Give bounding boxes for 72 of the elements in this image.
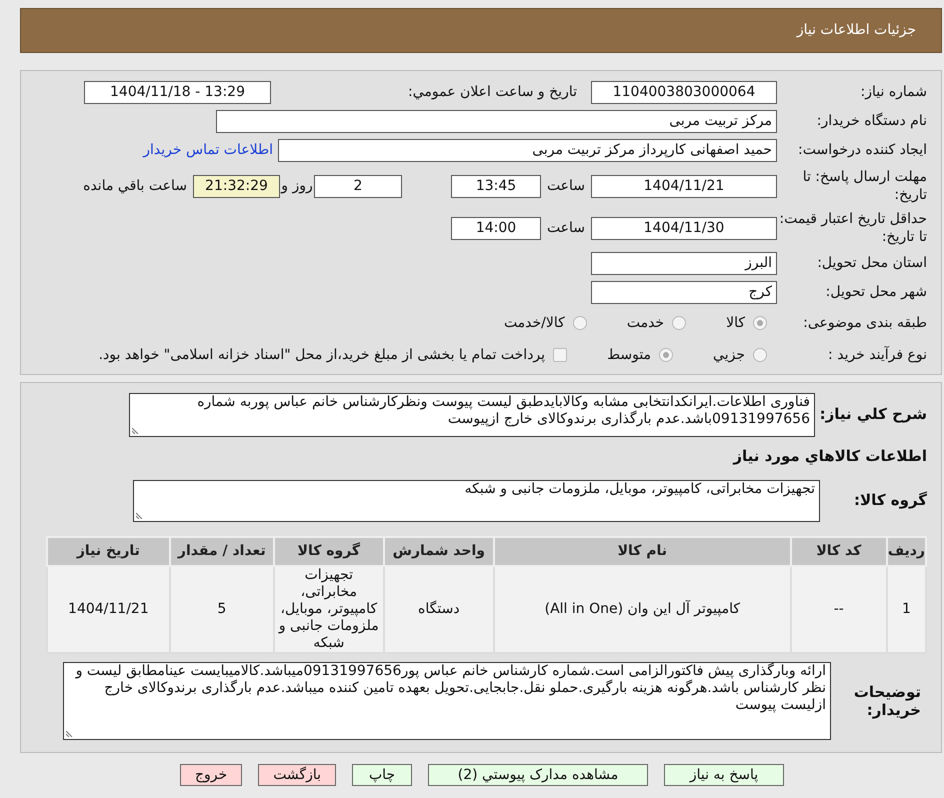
column-header: نام کالا xyxy=(494,536,791,566)
input-field[interactable]: 2 xyxy=(314,174,402,198)
field-label: گروه کالا: xyxy=(853,490,927,512)
radio-button[interactable] xyxy=(753,316,767,330)
text-area[interactable] xyxy=(63,662,831,740)
field-label: حداقل تاریخ اعتبار قیمت: تا تاریخ: xyxy=(778,210,927,246)
checkbox[interactable] xyxy=(553,348,568,362)
field-label: نام دستگاه خریدار: xyxy=(816,113,927,130)
radio-button[interactable] xyxy=(659,348,674,362)
column-header: گروه کالا xyxy=(274,536,384,566)
column-header: تعداد / مقدار xyxy=(170,536,274,566)
field-label: ساعت باقي مانده xyxy=(83,176,187,196)
radio-label: کالا/خدمت xyxy=(504,314,565,332)
table-cell: 5 xyxy=(170,566,274,652)
radio-button[interactable] xyxy=(572,316,587,330)
input-field[interactable]: البرز xyxy=(591,252,777,275)
resize-handle-icon xyxy=(136,510,144,518)
contact-link[interactable]: اطلاعات تماس خریدار xyxy=(143,140,273,161)
table-cell: کامپیوتر آل این وان (All in One) xyxy=(494,566,791,652)
input-field[interactable]: 1404/11/18 - 13:29 xyxy=(84,81,271,104)
field-label: تاریخ و ساعت اعلان عمومي: xyxy=(407,84,578,101)
resize-handle-icon xyxy=(66,728,74,736)
column-header: کد کالا xyxy=(790,536,887,566)
input-field[interactable]: 1404/11/30 xyxy=(591,216,777,240)
column-header: واحد شمارش xyxy=(384,536,494,566)
input-field[interactable]: 1404/11/21 xyxy=(591,174,777,198)
field-label: روز و xyxy=(280,176,314,196)
field-label: ایجاد کننده درخواست: xyxy=(797,142,927,159)
text-area[interactable]: فناوری اطلاعات.ایرانکدانتخابی مشابه وکالابایدطبق لیست پیوست ونظرکارشناس خانم عباس پوربه شماره 09131997656باشد.عدم بارگذاری برندوکالای خارج ازپیوست xyxy=(129,393,815,437)
field-label: استان محل تحویل: xyxy=(816,255,927,272)
input-field[interactable]: 14:00 xyxy=(451,216,541,240)
field-label: شرح کلي نیاز: xyxy=(818,404,927,425)
column-header: تاریخ نیاز xyxy=(47,536,170,566)
section-heading: اطلاعات كالاهاي مورد نیاز xyxy=(732,446,927,467)
radio-button[interactable] xyxy=(753,348,767,362)
resize-handle-icon xyxy=(132,426,140,434)
input-field[interactable]: کرج xyxy=(591,281,777,304)
input-field[interactable]: 13:45 xyxy=(451,174,541,198)
action-button[interactable]: چاپ xyxy=(352,764,412,786)
text-area-value: ارائه وبارگذاری پیش فاکتورالزامی است.شماره کارشناس خانم عباس پور09131997656میباشد.کالامیبایست عینامطابق لیست و نظر کارشناس باشد.هرگونه هزینه بارگیری.حملو نقل.جابجایی.تحویل بعهده تامین کننده میباشد.عدم بارگذاری برندوکالای خارج ازلیست پیوست xyxy=(76,662,826,712)
field-label: توضیحات خریدار: xyxy=(852,682,922,718)
action-button[interactable]: خروج xyxy=(180,764,242,786)
field-label: شهر محل تحویل: xyxy=(824,284,927,301)
text-area-value: تجهیزات مخابراتی، کامپیوتر، موبایل، ملزومات جانبی و شبکه xyxy=(464,480,815,496)
checkbox-label: پرداخت تمام یا بخشی از مبلغ خرید،از محل "اسناد خزانه اسلامی" خواهد بود. xyxy=(98,346,546,364)
radio-label: جزيي xyxy=(713,346,745,364)
text-area[interactable]: تجهیزات مخابراتی، کامپیوتر، موبایل، ملزومات جانبی و شبکه xyxy=(133,480,820,522)
field-label: شماره نیاز: xyxy=(860,84,927,101)
action-button[interactable]: بازگشت xyxy=(258,764,336,786)
field-label: نوع فرآیند خرید : xyxy=(827,346,927,364)
radio-label: متوسط xyxy=(607,346,652,364)
table-cell: -- xyxy=(790,566,887,652)
table-cell: 1404/11/21 xyxy=(47,566,170,652)
radio-button[interactable] xyxy=(672,316,686,330)
radio-label: کالا xyxy=(726,314,745,332)
table-cell: 1 xyxy=(886,566,926,652)
field-label: مهلت ارسال پاسخ: تا تاریخ: xyxy=(802,168,927,204)
table-cell: تجهیزات مخابراتی، کامپیوتر، موبایل، ملزومات جانبی و شبکه xyxy=(274,566,384,652)
input-field[interactable]: 1104003803000064 xyxy=(591,81,777,104)
action-button[interactable]: پاسخ به نیاز xyxy=(664,764,784,786)
radio-label: خدمت xyxy=(626,314,664,332)
table-cell: دستگاه xyxy=(384,566,494,652)
input-field[interactable]: مرکز تربیت مربی xyxy=(216,110,777,133)
field-label: ساعت xyxy=(546,218,586,238)
action-button[interactable]: مشاهده مدارک پیوستي (2) xyxy=(428,764,648,786)
input-field[interactable]: حمید اصفهانی کارپرداز مرکز تربیت مربی xyxy=(278,139,777,162)
text-area-value: فناوری اطلاعات.ایرانکدانتخابی مشابه وکالابایدطبق لیست پیوست ونظرکارشناس خانم عباس پوربه شماره 09131997656باشد.عدم بارگذاری برندوکالای خارج ازپیوست xyxy=(197,394,810,427)
field-label: طبقه بندی موضوعی: xyxy=(802,314,927,332)
field-label: ساعت xyxy=(546,176,586,196)
page-title: جزئیات اطلاعات نیاز xyxy=(796,21,916,40)
input-field[interactable]: 21:32:29 xyxy=(193,174,280,198)
column-header: ردیف xyxy=(886,536,926,566)
